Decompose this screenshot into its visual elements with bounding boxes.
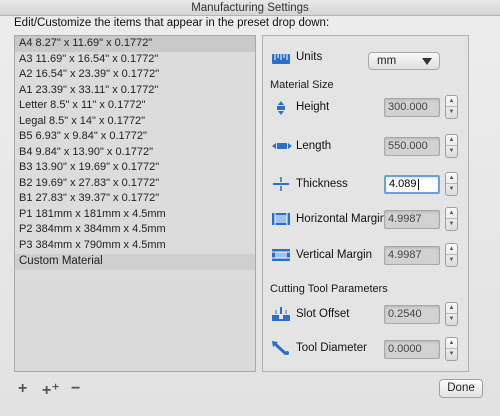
stepper-up-icon[interactable]: ▲ xyxy=(446,173,457,184)
length-label: Length xyxy=(296,140,332,152)
text-caret xyxy=(417,178,419,190)
preset-item[interactable]: A2 16.54" x 23.39" x 0.1772" xyxy=(15,67,255,83)
height-field[interactable]: 300.000 xyxy=(384,98,440,117)
manufacturing-settings-window: Manufacturing Settings Edit/Customize th… xyxy=(0,0,500,416)
preset-item[interactable]: B3 13.90" x 19.69" x 0.1772" xyxy=(15,160,255,176)
preset-list-empty-area xyxy=(15,281,255,371)
tool-diameter-label: Tool Diameter xyxy=(296,342,367,354)
tool-diameter-field[interactable]: 0.0000 xyxy=(384,340,440,359)
preset-item[interactable]: A3 11.69" x 16.54" x 0.1772" xyxy=(15,52,255,68)
thickness-value: 4.089 xyxy=(389,178,417,190)
length-field[interactable]: 550.000 xyxy=(384,137,440,156)
stepper-down-icon[interactable]: ▼ xyxy=(446,146,457,157)
preset-item[interactable]: B4 9.84" x 13.90" x 0.1772" xyxy=(15,145,255,161)
slot-offset-label: Slot Offset xyxy=(296,308,350,320)
vertical-margin-icon xyxy=(271,247,293,263)
material-size-heading: Material Size xyxy=(270,79,334,91)
preset-item[interactable]: B1 27.83" x 39.37" x 0.1772" xyxy=(15,191,255,207)
settings-panel: Units mm Material Size Height 300.000 ▲ … xyxy=(262,35,469,372)
preset-item[interactable]: B2 19.69" x 27.83" x 0.1772" xyxy=(15,176,255,192)
vertical-margin-stepper[interactable]: ▲ ▼ xyxy=(445,243,458,267)
stepper-up-icon[interactable]: ▲ xyxy=(446,338,457,349)
cutting-tool-heading: Cutting Tool Parameters xyxy=(270,283,388,295)
duplicate-preset-button[interactable]: +⁺ xyxy=(42,380,60,400)
vertical-margin-field[interactable]: 4.9987 xyxy=(384,246,440,265)
stepper-up-icon[interactable]: ▲ xyxy=(446,208,457,219)
slot-offset-icon xyxy=(271,306,293,322)
tool-diameter-stepper[interactable]: ▲ ▼ xyxy=(445,337,458,361)
remove-preset-button[interactable]: − xyxy=(71,380,80,398)
stepper-down-icon[interactable]: ▼ xyxy=(446,219,457,230)
units-value: mm xyxy=(377,55,397,67)
custom-material-item[interactable]: Custom Material xyxy=(15,254,255,270)
chevron-down-icon xyxy=(422,58,432,65)
stepper-up-icon[interactable]: ▲ xyxy=(446,303,457,314)
stepper-down-icon[interactable]: ▼ xyxy=(446,255,457,266)
height-label: Height xyxy=(296,101,330,113)
thickness-label: Thickness xyxy=(296,178,348,190)
window-title: Manufacturing Settings xyxy=(0,0,500,16)
stepper-down-icon[interactable]: ▼ xyxy=(446,349,457,360)
slot-offset-stepper[interactable]: ▲ ▼ xyxy=(445,302,458,326)
tool-diameter-icon xyxy=(271,340,293,356)
preset-item[interactable]: A1 23.39" x 33.11" x 0.1772" xyxy=(15,83,255,99)
horizontal-margin-label: Horizontal Margin xyxy=(296,213,387,225)
preset-list[interactable]: A4 8.27" x 11.69" x 0.1772" A3 11.69" x … xyxy=(14,35,256,372)
slot-offset-field[interactable]: 0.2540 xyxy=(384,305,440,324)
preset-prompt: Edit/Customize the items that appear in … xyxy=(14,17,330,29)
thickness-field[interactable]: 4.089 xyxy=(384,175,440,194)
stepper-up-icon[interactable]: ▲ xyxy=(446,96,457,107)
preset-item[interactable]: A4 8.27" x 11.69" x 0.1772" xyxy=(15,36,255,52)
horizontal-margin-stepper[interactable]: ▲ ▼ xyxy=(445,207,458,231)
preset-item[interactable]: Letter 8.5" x 11" x 0.1772" xyxy=(15,98,255,114)
length-icon xyxy=(271,138,293,154)
length-stepper[interactable]: ▲ ▼ xyxy=(445,134,458,158)
thickness-icon xyxy=(271,176,293,192)
height-stepper[interactable]: ▲ ▼ xyxy=(445,95,458,119)
done-button[interactable]: Done xyxy=(439,379,483,398)
stepper-down-icon[interactable]: ▼ xyxy=(446,184,457,195)
units-label: Units xyxy=(296,51,323,63)
units-dropdown[interactable]: mm xyxy=(368,52,440,70)
thickness-stepper[interactable]: ▲ ▼ xyxy=(445,172,458,196)
stepper-up-icon[interactable]: ▲ xyxy=(446,135,457,146)
preset-item[interactable]: P3 384mm x 790mm x 4.5mm xyxy=(15,238,255,254)
preset-item[interactable]: Legal 8.5" x 14" x 0.1772" xyxy=(15,114,255,130)
stepper-down-icon[interactable]: ▼ xyxy=(446,107,457,118)
stepper-down-icon[interactable]: ▼ xyxy=(446,314,457,325)
stepper-up-icon[interactable]: ▲ xyxy=(446,244,457,255)
horizontal-margin-field[interactable]: 4.9987 xyxy=(384,210,440,229)
vertical-margin-label: Vertical Margin xyxy=(296,249,373,261)
add-preset-button[interactable]: + xyxy=(18,380,27,398)
preset-item[interactable]: B5 6.93" x 9.84" x 0.1772" xyxy=(15,129,255,145)
preset-item[interactable]: P1 181mm x 181mm x 4.5mm xyxy=(15,207,255,223)
preset-item[interactable]: P2 384mm x 384mm x 4.5mm xyxy=(15,222,255,238)
ruler-icon xyxy=(271,52,293,68)
height-icon xyxy=(271,100,293,116)
horizontal-margin-icon xyxy=(271,211,293,227)
